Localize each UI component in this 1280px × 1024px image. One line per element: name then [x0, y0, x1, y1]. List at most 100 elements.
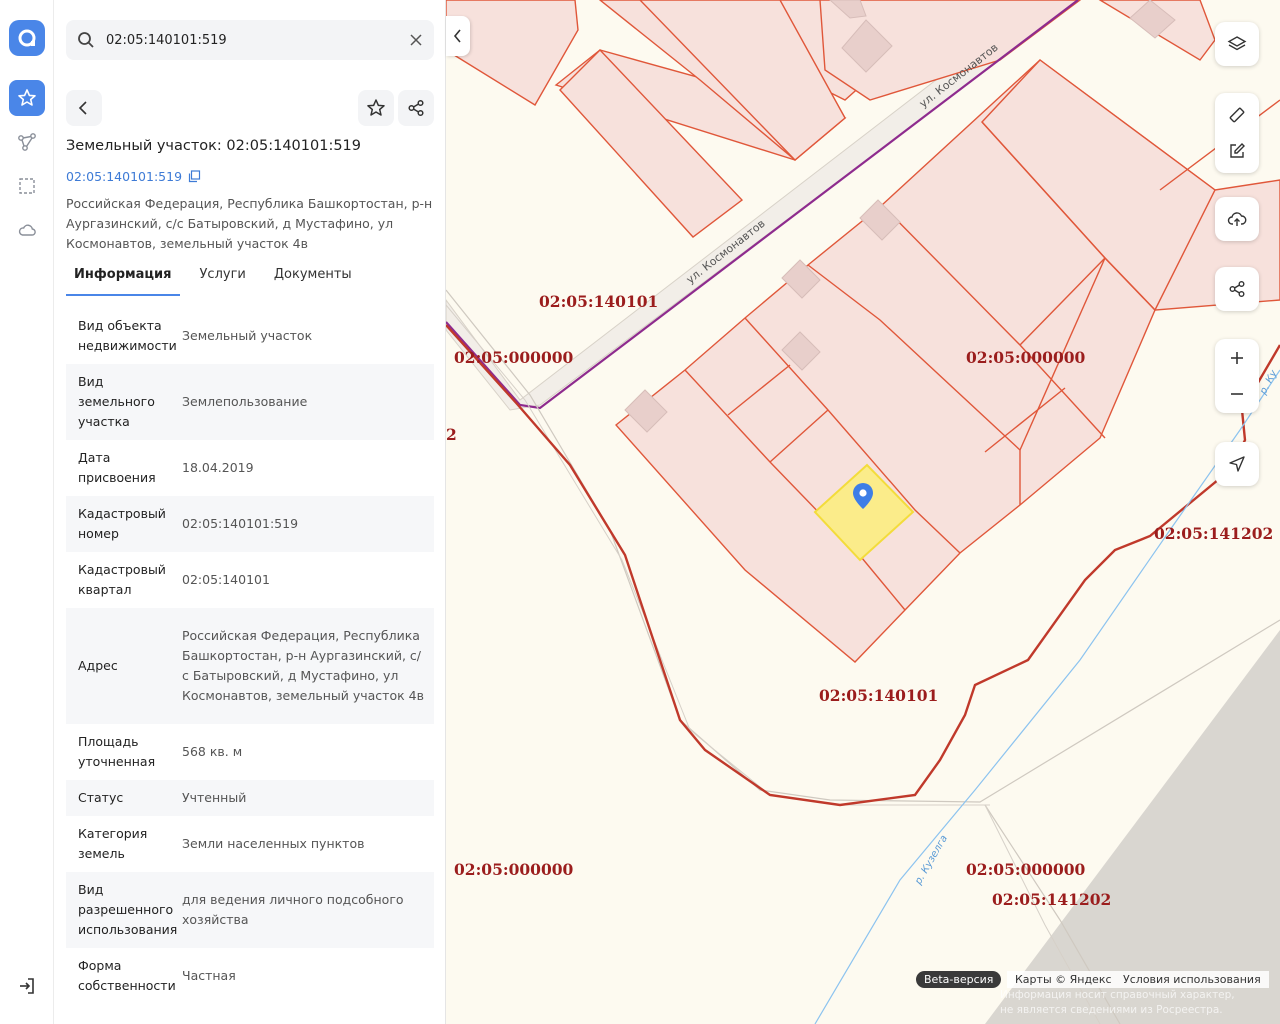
cloud-upload-icon	[1227, 212, 1247, 226]
info-row-value: 02:05:140101:519	[182, 516, 299, 531]
share-icon	[1229, 281, 1245, 297]
info-row: Вид объекта недвижимости Земельный участо…	[66, 308, 434, 364]
logout-button[interactable]	[9, 968, 45, 1004]
edit-button[interactable]	[1215, 133, 1259, 169]
share-icon	[408, 99, 424, 117]
upload-button[interactable]	[1215, 197, 1259, 241]
info-row-key: Категория земель	[78, 826, 148, 861]
search-input[interactable]	[106, 20, 398, 60]
info-row: Статус Учтенный	[66, 780, 434, 816]
info-row-key: Вид разрешенного использования	[78, 882, 178, 937]
info-row-key: Статус	[78, 790, 124, 805]
info-row-value: 18.04.2019	[182, 460, 254, 475]
cadastral-label: 02:05:000000	[454, 860, 574, 879]
collapse-panel-button[interactable]	[446, 16, 470, 56]
attribution-text[interactable]: Карты © Яндекс	[1015, 973, 1112, 986]
zoom-out-button[interactable]	[1215, 376, 1259, 412]
layers-button[interactable]	[1215, 22, 1259, 66]
dashed-square-icon	[19, 178, 35, 194]
info-row-key: Кадастровый квартал	[78, 562, 166, 597]
cadastral-number-link[interactable]: 02:05:140101:519	[66, 169, 201, 184]
copy-icon[interactable]	[188, 170, 201, 183]
rail-favorites-button[interactable]	[9, 80, 45, 116]
share-button[interactable]	[398, 90, 434, 126]
info-row: Кадастровый квартал 02:05:140101	[66, 552, 434, 608]
tab-info[interactable]: Информация	[66, 258, 180, 296]
info-row: Вид земельного участка Землепользование	[66, 364, 434, 440]
info-row-value: для ведения личного подсобного хозяйства	[182, 892, 404, 927]
minus-icon	[1231, 393, 1243, 395]
left-rail	[0, 0, 54, 1024]
info-row-key: Кадастровый номер	[78, 506, 166, 541]
info-table: Вид объекта недвижимости Земельный участо…	[66, 308, 434, 1004]
app-logo[interactable]	[9, 20, 45, 56]
info-row-value: Земли населенных пунктов	[182, 836, 365, 851]
info-row: Категория земель Земли населенных пунктов	[66, 816, 434, 872]
chevron-left-icon	[453, 29, 461, 43]
tab-bar: Информация Услуги Документы	[66, 258, 372, 296]
map-share-button[interactable]	[1215, 267, 1259, 311]
info-row-key: Дата присвоения	[78, 450, 156, 485]
measure-tools	[1215, 93, 1259, 173]
cadastral-number-text[interactable]: 02:05:140101:519	[66, 169, 182, 184]
search-icon	[66, 20, 106, 60]
plus-icon	[1231, 352, 1243, 364]
cadastral-label: 02:05:140101	[539, 292, 659, 311]
info-row-value: Учтенный	[182, 790, 247, 805]
info-row: Дата присвоения 18.04.2019	[66, 440, 434, 496]
star-icon	[18, 89, 36, 106]
zoom-in-button[interactable]	[1215, 340, 1259, 376]
cadastral-label: 02:05:141202	[992, 890, 1112, 909]
tab-services[interactable]: Услуги	[192, 258, 254, 296]
ruler-icon	[1229, 107, 1245, 123]
cloud-icon	[18, 224, 36, 236]
info-row-value: Земельный участок	[182, 328, 313, 343]
favorite-button[interactable]	[358, 90, 394, 126]
cadastral-label: 02:05:000000	[454, 348, 574, 367]
tab-documents[interactable]: Документы	[266, 258, 360, 296]
zoom-controls	[1215, 339, 1259, 413]
cadastral-label: 02:05:141202	[1154, 524, 1274, 543]
cadastral-label: 02:05:000000	[966, 348, 1086, 367]
page-title: Земельный участок: 02:05:140101:519	[66, 138, 362, 154]
info-row-value: 02:05:140101	[182, 572, 270, 587]
disclaimer-text: Информация носит справочный характер, не…	[1000, 989, 1235, 1016]
navigation-arrow-icon	[1229, 456, 1245, 472]
rail-select-area-button[interactable]	[9, 168, 45, 204]
info-row: Форма собственности Частная	[66, 948, 434, 1004]
object-info-panel: Земельный участок: 02:05:140101:519 02:0…	[54, 0, 446, 1024]
map-attribution: Карты © Яндекс Условия использования	[1007, 971, 1269, 988]
rail-route-button[interactable]	[9, 124, 45, 160]
info-row-value: Частная	[182, 968, 236, 983]
logo-icon	[18, 29, 36, 47]
chevron-left-icon	[78, 101, 87, 115]
nodes-icon	[18, 133, 36, 151]
info-row: Вид разрешенного использования для ведени…	[66, 872, 434, 948]
info-row: Адрес Российская Федерация, Республика Ба…	[66, 608, 434, 724]
beta-badge: Beta-версия	[916, 971, 1002, 988]
clear-search-button[interactable]	[398, 20, 434, 60]
terms-link[interactable]: Условия использования	[1123, 973, 1261, 986]
info-row: Кадастровый номер 02:05:140101:519	[66, 496, 434, 552]
info-row-key: Форма собственности	[78, 958, 176, 993]
info-row-key: Вид объекта недвижимости	[78, 318, 177, 353]
back-button[interactable]	[66, 90, 102, 126]
layers-icon	[1227, 36, 1247, 51]
my-location-button[interactable]	[1215, 442, 1259, 486]
info-row-value: Российская Федерация, Республика Башкорт…	[182, 628, 424, 703]
cadastral-label: 02:05:140101	[819, 686, 939, 705]
info-row-value: Землепользование	[182, 394, 308, 409]
cadastral-label: 2	[446, 425, 457, 444]
ruler-button[interactable]	[1215, 97, 1259, 133]
object-address: Российская Федерация, Республика Башкорт…	[66, 196, 433, 251]
rail-cloud-button[interactable]	[9, 212, 45, 248]
edit-icon	[1230, 143, 1245, 158]
info-row-key: Адрес	[78, 658, 118, 673]
info-row-key: Площадь уточненная	[78, 734, 156, 769]
info-row-value: 568 кв. м	[182, 744, 243, 759]
star-outline-icon	[367, 99, 385, 116]
info-row: Площадь уточненная 568 кв. м	[66, 724, 434, 780]
info-row-key: Вид земельного участка	[78, 374, 155, 429]
cadastral-label: 02:05:000000	[966, 860, 1086, 879]
close-icon	[410, 34, 422, 46]
